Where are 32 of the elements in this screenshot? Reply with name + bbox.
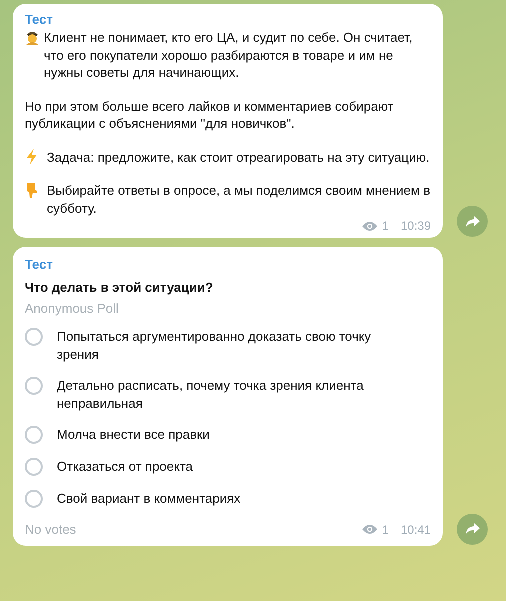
eye-icon <box>362 220 378 232</box>
poll-option: Попытаться аргументированно доказать свою точку зрения <box>57 328 397 363</box>
lightning-icon <box>25 148 39 164</box>
message-text: Задача: предложите, как стоит отреагировать на эту ситуацию. <box>47 148 431 166</box>
message-text: Но при этом больше всего лайков и комментариев собирают публикации с объяснениями "для новичков". <box>25 98 395 132</box>
share-arrow-icon <box>466 216 480 228</box>
radio-button[interactable] <box>25 490 43 508</box>
message-time: 10:41 <box>400 522 431 539</box>
view-count: 1 <box>382 218 389 235</box>
share-button[interactable] <box>457 514 488 544</box>
poll-question: Что делать в этой ситуации? <box>25 279 214 297</box>
share-arrow-icon <box>466 523 480 535</box>
radio-button[interactable] <box>25 328 43 346</box>
share-button[interactable] <box>457 206 488 237</box>
eye-icon <box>362 524 378 536</box>
author-name: Тест <box>25 11 54 28</box>
pointing-hand-icon <box>25 182 39 198</box>
officer-emoji-icon <box>25 29 40 45</box>
view-count: 1 <box>382 522 389 539</box>
message-time: 10:39 <box>400 218 431 235</box>
message-text: Выбирайте ответы в опросе, а мы поделимся своим мнением в субботу. <box>47 182 431 217</box>
poll-option: Молча внести все правки <box>57 426 397 444</box>
radio-button[interactable] <box>25 458 43 476</box>
radio-button[interactable] <box>25 377 43 395</box>
poll-type: Anonymous Poll <box>25 300 120 318</box>
radio-button[interactable] <box>25 426 43 444</box>
poll-option: Детально расписать, почему точка зрения клиента неправильная <box>57 377 397 412</box>
vote-count: No votes <box>25 521 76 539</box>
poll-option: Свой вариант в комментариях <box>57 490 397 508</box>
message-text: Клиент не понимает, кто его ЦА, и судит по себе. Он считает, что его покупатели хорошо разбираются в товаре и им не нужны советы для начинающих. <box>44 29 414 82</box>
author-name: Тест <box>25 256 54 273</box>
poll-option: Отказаться от проекта <box>57 458 397 476</box>
